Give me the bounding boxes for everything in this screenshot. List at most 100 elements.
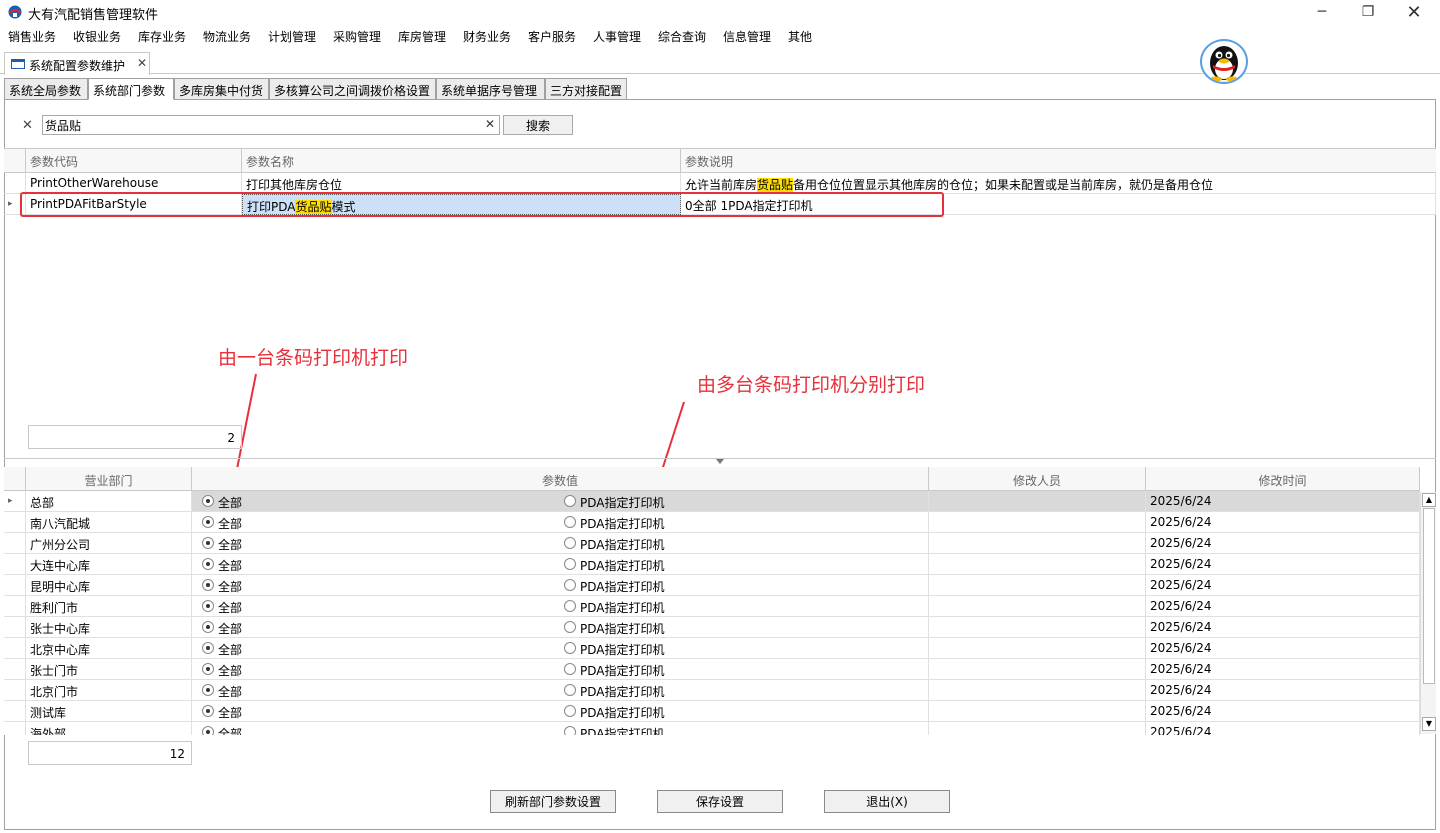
param-desc-cell[interactable]: 允许当前库房货品贴备用仓位位置显示其他库房的仓位；如果未配置或是当前库房，就仍是… (681, 173, 1436, 194)
radio-pda[interactable] (564, 579, 576, 591)
modified-time-cell[interactable]: 2025/6/24 (1146, 596, 1420, 617)
menu-item[interactable]: 信息管理 (723, 28, 771, 45)
scroll-thumb[interactable] (1423, 508, 1435, 684)
modified-time-cell[interactable]: 2025/6/24 (1146, 533, 1420, 554)
modifier-cell[interactable] (929, 659, 1146, 680)
radio-pda[interactable] (564, 558, 576, 570)
modified-time-cell[interactable]: 2025/6/24 (1146, 638, 1420, 659)
menu-item[interactable]: 财务业务 (463, 28, 511, 45)
radio-all-label[interactable]: 全部 (218, 557, 242, 574)
menu-item[interactable]: 综合查询 (658, 28, 706, 45)
modified-time-cell[interactable]: 2025/6/24 (1146, 680, 1420, 701)
radio-pda[interactable] (564, 495, 576, 507)
modifier-cell[interactable] (929, 617, 1146, 638)
tab-transfer-price[interactable]: 多核算公司之间调拨价格设置 (269, 78, 436, 100)
tab-multi-warehouse[interactable]: 多库房集中付货 (174, 78, 269, 100)
menu-item[interactable]: 库存业务 (138, 28, 186, 45)
tab-dept-params[interactable]: 系统部门参数 (88, 78, 174, 100)
close-window-button[interactable]: ✕ (1392, 0, 1436, 24)
radio-pda[interactable] (564, 621, 576, 633)
minimize-button[interactable]: ─ (1300, 0, 1344, 24)
modifier-cell[interactable] (929, 680, 1146, 701)
radio-all-label[interactable]: 全部 (218, 704, 242, 721)
modified-time-cell[interactable]: 2025/6/24 (1146, 659, 1420, 680)
radio-pda-label[interactable]: PDA指定打印机 (580, 599, 664, 616)
column-header[interactable]: 参数名称 (242, 149, 681, 173)
param-name-cell[interactable]: 打印其他库房仓位 (242, 173, 681, 194)
dept-name-cell[interactable]: 总部 (26, 491, 192, 512)
modified-time-cell[interactable]: 2025/6/24 (1146, 512, 1420, 533)
dept-name-cell[interactable]: 测试库 (26, 701, 192, 722)
menu-item[interactable]: 物流业务 (203, 28, 251, 45)
radio-all[interactable] (202, 705, 214, 717)
restore-button[interactable]: ❐ (1346, 0, 1390, 24)
radio-pda-label[interactable]: PDA指定打印机 (580, 578, 664, 595)
menu-item[interactable]: 库房管理 (398, 28, 446, 45)
dept-name-cell[interactable]: 张士中心库 (26, 617, 192, 638)
modified-time-cell[interactable]: 2025/6/24 (1146, 554, 1420, 575)
radio-pda-label[interactable]: PDA指定打印机 (580, 641, 664, 658)
radio-pda-label[interactable]: PDA指定打印机 (580, 515, 664, 532)
radio-all[interactable] (202, 495, 214, 507)
radio-all-label[interactable]: 全部 (218, 620, 242, 637)
modifier-cell[interactable] (929, 491, 1146, 512)
tab-global-params[interactable]: 系统全局参数 (4, 78, 88, 100)
radio-pda-label[interactable]: PDA指定打印机 (580, 662, 664, 679)
modified-time-cell[interactable]: 2025/6/24 (1146, 617, 1420, 638)
modifier-cell[interactable] (929, 575, 1146, 596)
radio-pda[interactable] (564, 600, 576, 612)
dept-name-cell[interactable]: 广州分公司 (26, 533, 192, 554)
menu-item[interactable]: 采购管理 (333, 28, 381, 45)
dept-name-cell[interactable]: 南八汽配城 (26, 512, 192, 533)
menu-item[interactable]: 收银业务 (73, 28, 121, 45)
radio-all[interactable] (202, 684, 214, 696)
radio-pda-label[interactable]: PDA指定打印机 (580, 620, 664, 637)
radio-all[interactable] (202, 558, 214, 570)
modified-time-cell[interactable]: 2025/6/24 (1146, 701, 1420, 722)
radio-pda-label[interactable]: PDA指定打印机 (580, 494, 664, 511)
column-header[interactable]: 营业部门 (26, 467, 192, 491)
dept-name-cell[interactable]: 北京门市 (26, 680, 192, 701)
radio-all-label[interactable]: 全部 (218, 599, 242, 616)
radio-all[interactable] (202, 726, 214, 735)
search-button[interactable]: 搜索 (503, 115, 573, 135)
modifier-cell[interactable] (929, 722, 1146, 735)
document-tab[interactable]: 系统配置参数维护 ✕ (4, 52, 150, 75)
close-tab-icon[interactable]: ✕ (137, 56, 147, 70)
dept-name-cell[interactable]: 北京中心库 (26, 638, 192, 659)
param-code-cell[interactable]: PrintOtherWarehouse (26, 173, 242, 194)
column-header[interactable]: 修改时间 (1146, 467, 1420, 491)
save-settings-button[interactable]: 保存设置 (657, 790, 783, 813)
collapse-arrow-icon[interactable] (716, 459, 724, 465)
column-header[interactable]: 参数代码 (26, 149, 242, 173)
dept-name-cell[interactable]: 胜利门市 (26, 596, 192, 617)
clear-filter-icon[interactable]: ✕ (22, 118, 33, 133)
modifier-cell[interactable] (929, 554, 1146, 575)
modified-time-cell[interactable]: 2025/6/24 (1146, 722, 1420, 735)
modifier-cell[interactable] (929, 638, 1146, 659)
radio-all[interactable] (202, 621, 214, 633)
modifier-cell[interactable] (929, 596, 1146, 617)
radio-all[interactable] (202, 579, 214, 591)
radio-all-label[interactable]: 全部 (218, 683, 242, 700)
radio-pda-label[interactable]: PDA指定打印机 (580, 683, 664, 700)
scroll-up-icon[interactable]: ▲ (1422, 493, 1436, 507)
radio-pda[interactable] (564, 726, 576, 735)
tab-third-party[interactable]: 三方对接配置 (545, 78, 627, 100)
radio-all[interactable] (202, 516, 214, 528)
modifier-cell[interactable] (929, 512, 1146, 533)
radio-all-label[interactable]: 全部 (218, 515, 242, 532)
menu-item[interactable]: 计划管理 (268, 28, 316, 45)
radio-all[interactable] (202, 663, 214, 675)
radio-all-label[interactable]: 全部 (218, 725, 242, 735)
modified-time-cell[interactable]: 2025/6/24 (1146, 491, 1420, 512)
radio-pda-label[interactable]: PDA指定打印机 (580, 725, 664, 735)
vertical-scrollbar[interactable]: ▲ ▼ (1420, 492, 1436, 734)
modifier-cell[interactable] (929, 701, 1146, 722)
radio-pda-label[interactable]: PDA指定打印机 (580, 536, 664, 553)
dept-name-cell[interactable]: 海外部 (26, 722, 192, 735)
radio-all[interactable] (202, 537, 214, 549)
radio-pda-label[interactable]: PDA指定打印机 (580, 557, 664, 574)
dept-name-cell[interactable]: 张士门市 (26, 659, 192, 680)
radio-pda[interactable] (564, 663, 576, 675)
